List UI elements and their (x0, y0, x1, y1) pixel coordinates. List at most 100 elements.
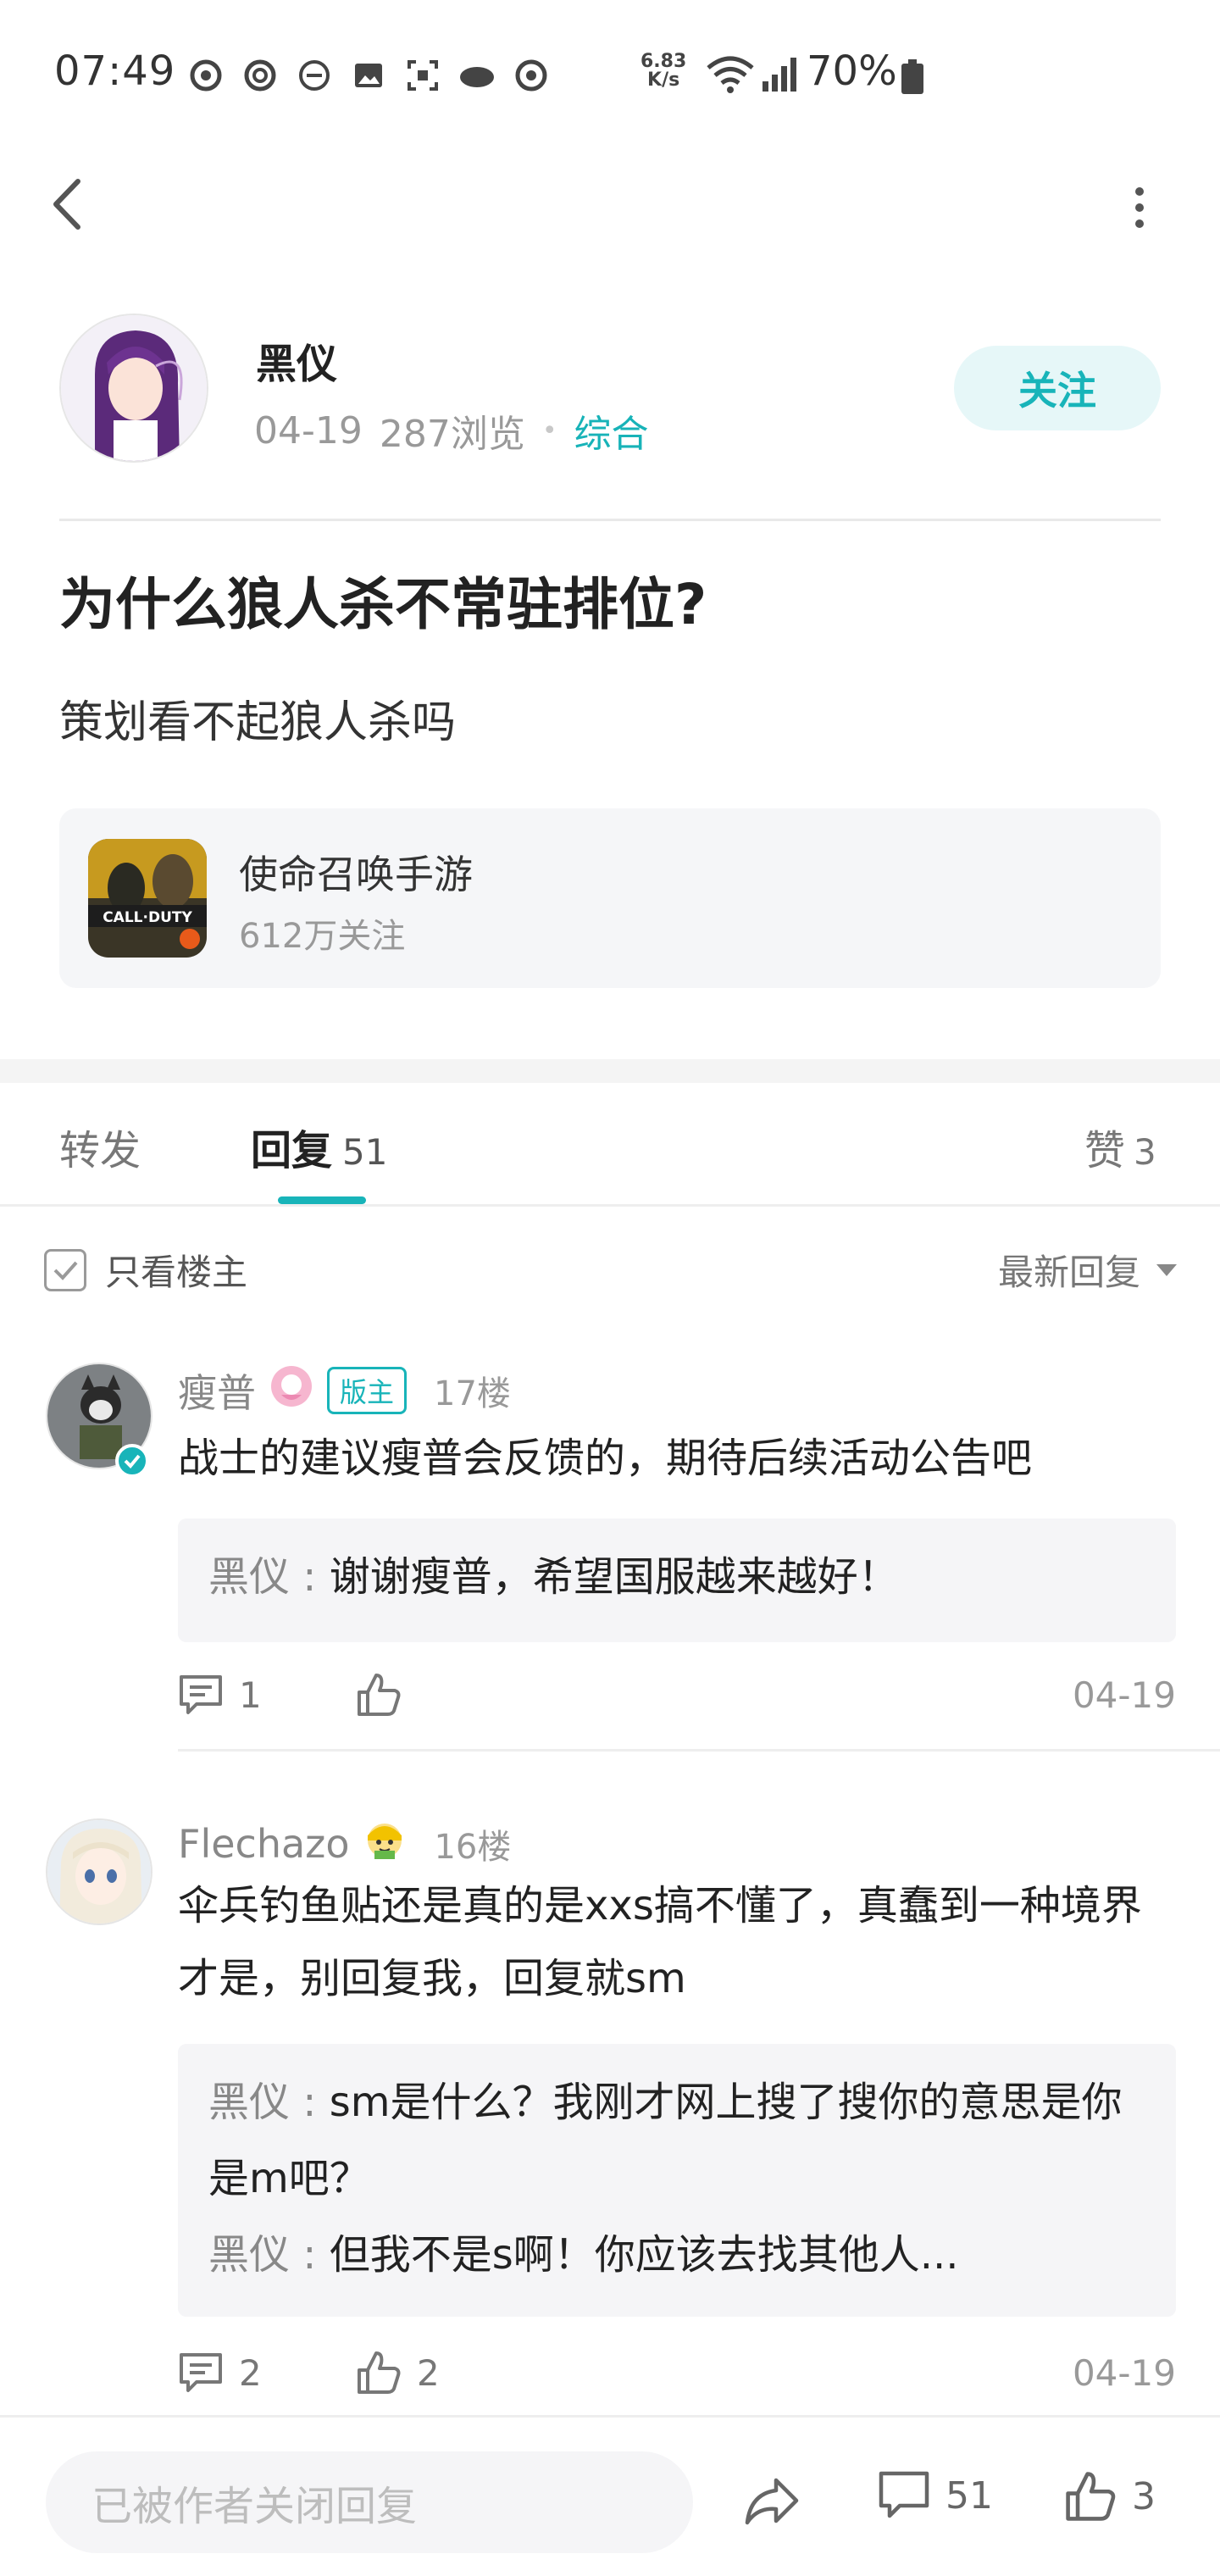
reply-author: 黑仪 (208, 2231, 291, 2279)
sort-label: 最新回复 (997, 1252, 1140, 1293)
reply-line: 黑仪 : 但我不是s啊！你应该去找其他人... (208, 2217, 1145, 2293)
comment-item: 瘦普 版主 17楼 战士的建议瘦普会反馈的，期待后续活动公告吧 黑仪 : 谢谢瘦… (0, 1325, 1220, 1766)
like-count: 2 (417, 2351, 440, 2394)
game-followers: 612万关注 (239, 917, 406, 956)
more-vertical-icon (1135, 187, 1144, 228)
reply-author: 黑仪 (208, 1553, 291, 1601)
tab-reply[interactable]: 回复 51 (251, 1117, 387, 1176)
comment-actions: 1 04-19 (178, 1669, 1176, 1720)
share-button[interactable] (742, 2472, 803, 2533)
sort-dropdown[interactable]: 最新回复 (998, 1244, 1178, 1296)
floor-number: 17楼 (434, 1374, 511, 1413)
game-card[interactable]: CALL·DUTY 使命召唤手游 612万关注 (59, 808, 1161, 988)
thumbs-up-icon (1066, 2472, 1116, 2521)
filter-bar: 只看楼主 最新回复 (0, 1207, 1220, 1325)
screenshot-icon (402, 54, 444, 97)
comment-item: Flechazo 16楼 伞兵钓鱼贴还是真的是xxs搞不懂了，真蠢到一种境界才是… (0, 1788, 1220, 2415)
tab-repost[interactable]: 转发 (59, 1117, 141, 1176)
reply-preview[interactable]: 黑仪 : sm是什么？我刚才网上搜了搜你的意思是你是m吧？ 黑仪 : 但我不是s… (178, 2044, 1176, 2317)
post-title: 为什么狼人杀不常驻排位? (59, 572, 707, 637)
like-count-button[interactable]: 3 (1064, 2470, 1156, 2523)
reply-button[interactable]: 1 (178, 1674, 262, 1716)
status-time: 07:49 (54, 47, 176, 95)
reply-input-disabled: 已被作者关闭回复 (46, 2451, 693, 2553)
follow-button[interactable]: 关注 (954, 346, 1161, 430)
only-owner-label: 只看楼主 (105, 1252, 248, 1293)
comment-text: 战士的建议瘦普会反馈的，期待后续活动公告吧 (178, 1435, 1033, 1482)
meta-separator: • (541, 415, 557, 446)
like-total: 3 (1132, 2474, 1156, 2518)
commenter-name[interactable]: Flechazo (178, 1821, 349, 1867)
divider (59, 519, 1161, 521)
user-medal-icon (363, 1817, 407, 1870)
like-button[interactable]: 2 (356, 2350, 440, 2396)
game-icon: CALL·DUTY (88, 839, 207, 958)
reply-count: 1 (239, 1674, 262, 1716)
commenter-name[interactable]: 瘦普 (178, 1363, 256, 1418)
comment-icon (180, 2353, 222, 2392)
svg-text:CALL·DUTY: CALL·DUTY (103, 909, 192, 926)
reply-separator: : (290, 2231, 330, 2279)
only-owner-toggle[interactable]: 只看楼主 (44, 1244, 247, 1296)
chevron-left-icon (53, 179, 80, 230)
commenter-avatar[interactable] (46, 1818, 152, 1925)
tab-like[interactable]: 赞3 (1084, 1117, 1156, 1176)
reply-text: 谢谢瘦普，希望国服越来越好！ (329, 1553, 899, 1601)
comment-header: 瘦普 版主 17楼 (178, 1363, 511, 1418)
comment-count-button[interactable]: 51 (878, 2470, 993, 2521)
tab-bar: 转发 回复 51 赞3 (0, 1083, 1220, 1207)
network-speed: 6.83 K/s (640, 51, 687, 91)
tab-like-label: 赞 (1084, 1127, 1126, 1174)
reply-separator: : (290, 2079, 330, 2126)
author-avatar[interactable] (59, 314, 208, 463)
comment-date: 04-19 (1072, 2351, 1176, 2394)
reply-button[interactable]: 2 (178, 2351, 262, 2394)
author-header: 黑仪 04-19 287浏览 • 综合 关注 (59, 312, 1161, 464)
floor-number: 16楼 (434, 1827, 512, 1867)
tab-like-count: 3 (1134, 1131, 1156, 1173)
active-tab-indicator (278, 1196, 366, 1204)
author-name[interactable]: 黑仪 (256, 330, 337, 390)
game-name: 使命召唤手游 (239, 852, 473, 897)
share-icon (745, 2478, 799, 2525)
caret-down-icon (1156, 1263, 1177, 1276)
battery-percent: 70% (807, 47, 897, 95)
comment-divider (178, 1749, 1220, 1752)
check-icon (53, 1261, 78, 1280)
like-button[interactable] (356, 1672, 417, 1718)
wifi-icon (705, 53, 756, 98)
comment-text: 伞兵钓鱼贴还是真的是xxs搞不懂了，真蠢到一种境界才是，别回复我，回复就sm (178, 1882, 1142, 2002)
reply-count: 2 (239, 2351, 262, 2394)
comment-header: Flechazo 16楼 (178, 1817, 511, 1870)
do-not-disturb-icon (293, 54, 336, 97)
post-category[interactable]: 综合 (574, 403, 649, 458)
top-nav (0, 153, 1220, 254)
comment-actions: 2 2 04-19 (178, 2347, 1176, 2398)
checkbox[interactable] (44, 1248, 86, 1291)
reply-text: 但我不是s啊！你应该去找其他人... (329, 2231, 959, 2279)
thumbs-up-icon (358, 2351, 401, 2394)
tab-reply-count: 51 (342, 1131, 388, 1173)
back-button[interactable] (44, 175, 92, 234)
post-body: 策划看不起狼人杀吗 (59, 697, 457, 748)
section-separator (0, 1059, 1220, 1083)
reply-text: sm是什么？我刚才网上搜了搜你的意思是你是m吧？ (208, 2079, 1123, 2202)
thumbs-up-icon (358, 1674, 401, 1716)
reply-separator: : (290, 1553, 330, 1601)
comment-date: 04-19 (1072, 1674, 1176, 1716)
bottom-bar: 已被作者关闭回复 51 3 (0, 2415, 1220, 2576)
reply-preview[interactable]: 黑仪 : 谢谢瘦普，希望国服越来越好！ (178, 1518, 1176, 1642)
battery-icon (901, 59, 924, 95)
status-bar: 07:49 6.83 K/s 70% (0, 0, 1220, 153)
tab-reply-label: 回复 (251, 1127, 333, 1174)
reply-line: 黑仪 : 谢谢瘦普，希望国服越来越好！ (208, 1539, 1145, 1615)
post-meta: 04-19 287浏览 • 综合 (254, 403, 649, 458)
comment-icon (180, 1675, 222, 1714)
reply-line: 黑仪 : sm是什么？我刚才网上搜了搜你的意思是你是m吧？ (208, 2064, 1145, 2217)
more-options-button[interactable] (1127, 178, 1152, 237)
comment-total: 51 (946, 2473, 993, 2518)
app-notification-icon (239, 54, 281, 97)
verified-badge-icon (115, 1444, 149, 1478)
user-medal-icon (269, 1364, 313, 1418)
gallery-icon (347, 54, 390, 97)
